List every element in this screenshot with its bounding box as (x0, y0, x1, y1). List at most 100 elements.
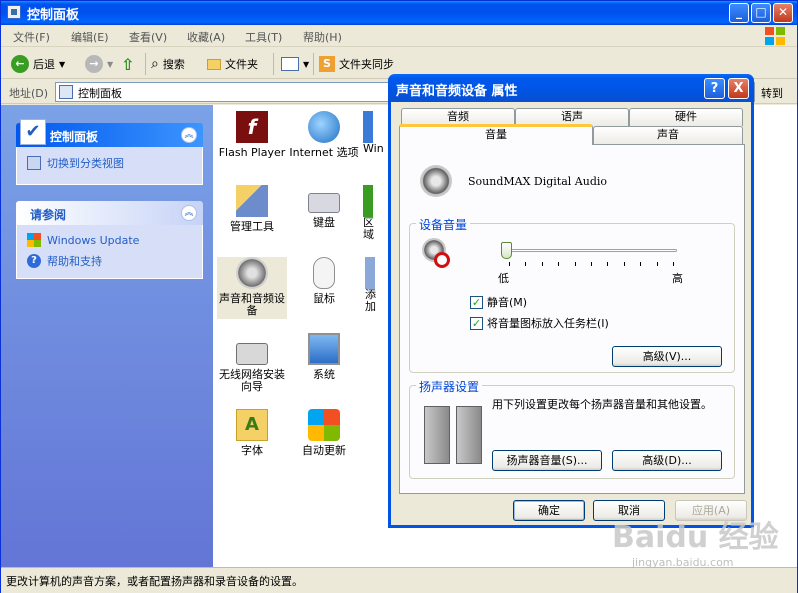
see-also-body: Windows Update ? 帮助和支持 (16, 225, 203, 279)
advanced-volume-button[interactable]: 高级(V)... (612, 346, 722, 367)
windows-update-link[interactable]: Windows Update (27, 233, 192, 247)
close-button[interactable]: ✕ (773, 3, 793, 23)
mouse-item[interactable]: 鼠标 (289, 257, 359, 305)
tab-sounds[interactable]: 声音 (593, 126, 743, 144)
volume-tab-panel: SoundMAX Digital Audio 设备音量 低 高 ✓ 静音(M) … (399, 144, 745, 494)
folders-button[interactable]: 文件夹 (207, 54, 258, 74)
ok-button[interactable]: 确定 (513, 500, 585, 521)
slider-tick (525, 262, 527, 266)
item-label: 添加 (365, 288, 376, 313)
item-label: Win (363, 142, 383, 155)
back-arrow-icon: ← (11, 55, 29, 73)
region-item-partial[interactable]: 区域 (363, 185, 383, 241)
see-also-section: 请参阅 ︽ Windows Update ? 帮助和支持 (16, 201, 203, 279)
slider-tick (541, 262, 543, 266)
folders-label: 文件夹 (225, 58, 258, 71)
section-title: 控制面板 (50, 130, 99, 144)
search-label: 搜索 (162, 58, 185, 71)
admin-tools-icon (236, 185, 268, 217)
system-item[interactable]: 系统 (289, 333, 359, 381)
flash-player-item[interactable]: f Flash Player (217, 111, 287, 159)
control-panel-section-header[interactable]: ✔ 控制面板 ︽ (16, 119, 203, 147)
mute-checkbox[interactable]: ✓ 静音(M) (470, 294, 527, 310)
views-icon (281, 57, 299, 71)
wireless-icon (236, 343, 268, 365)
forward-button[interactable]: → ▼ (85, 54, 113, 74)
status-bar: 更改计算机的声音方案，或者配置扬声器和录音设备的设置。 (1, 567, 797, 593)
auto-update-item[interactable]: 自动更新 (289, 409, 359, 457)
speaker-volume-button[interactable]: 扬声器音量(S)... (492, 450, 602, 471)
sync-label: 文件夹同步 (339, 58, 394, 71)
windows-update-icon (27, 233, 41, 247)
tab-hardware[interactable]: 硬件 (629, 108, 743, 126)
control-panel-section: ✔ 控制面板 ︽ 切换到分类视图 (16, 119, 203, 185)
windows-item-partial[interactable]: Win (363, 111, 383, 155)
switch-category-view-link[interactable]: 切换到分类视图 (27, 155, 192, 171)
sound-audio-devices-item[interactable]: 声音和音频设备 (217, 257, 287, 319)
mute-checkbox-box[interactable]: ✓ (470, 295, 483, 309)
views-button[interactable]: ▼ (281, 54, 309, 74)
fonts-item[interactable]: A 字体 (217, 409, 287, 457)
help-icon: ? (27, 254, 41, 268)
slider-tick (607, 262, 609, 266)
item-label: 声音和音频设备 (219, 292, 285, 317)
internet-options-item[interactable]: Internet 选项 (289, 111, 359, 159)
volume-slider-thumb[interactable] (501, 242, 512, 259)
search-icon: ⌕ (151, 56, 159, 72)
keyboard-item[interactable]: 键盘 (289, 185, 359, 229)
wireless-wizard-item[interactable]: 无线网络安装向导 (217, 333, 287, 393)
item-label: 自动更新 (302, 444, 346, 457)
section-body: 切换到分类视图 (16, 147, 203, 185)
admin-tools-item[interactable]: 管理工具 (217, 185, 287, 233)
item-label: 区域 (363, 216, 374, 241)
see-also-header[interactable]: 请参阅 ︽ (16, 201, 203, 225)
help-support-link[interactable]: ? 帮助和支持 (27, 253, 192, 269)
help-button[interactable]: ? (704, 78, 725, 99)
slider-tick (623, 262, 625, 266)
collapse-icon[interactable]: ︽ (181, 127, 197, 143)
window-title: 控制面板 (27, 8, 80, 23)
slider-tick (574, 262, 576, 266)
item-label: Flash Player (218, 146, 286, 159)
tray-icon-checkbox[interactable]: ✓ 将音量图标放入任务栏(I) (470, 315, 609, 331)
dialog-close-button[interactable]: X (728, 78, 749, 99)
up-folder-button[interactable]: ⇧ (121, 54, 134, 74)
volume-slider-track[interactable] (505, 249, 677, 252)
menu-view[interactable]: 查看(V) (129, 29, 167, 45)
mute-label: 静音(M) (487, 296, 528, 309)
partial-icon (363, 111, 373, 143)
slider-tick (656, 262, 658, 266)
folder-sync-button[interactable]: S 文件夹同步 (319, 54, 394, 74)
dropdown-arrow-icon[interactable]: ▼ (107, 60, 113, 69)
menu-tools[interactable]: 工具(T) (245, 29, 282, 45)
dropdown-arrow-icon[interactable]: ▼ (59, 60, 65, 69)
auto-update-icon (308, 409, 340, 441)
item-label: 键盘 (313, 216, 335, 229)
go-button[interactable]: 转到 (761, 85, 783, 101)
menu-favorites[interactable]: 收藏(A) (187, 29, 225, 45)
tab-volume[interactable]: 音量 (399, 124, 593, 145)
menu-help[interactable]: 帮助(H) (303, 29, 342, 45)
menu-edit[interactable]: 编辑(E) (71, 29, 109, 45)
dropdown-arrow-icon[interactable]: ▼ (303, 60, 309, 69)
slider-tick (509, 262, 510, 266)
search-button[interactable]: ⌕ 搜索 (151, 54, 185, 74)
back-label: 后退 (33, 58, 55, 71)
title-bar[interactable]: 控制面板 _ □ ✕ (1, 1, 797, 25)
item-label: 无线网络安装向导 (219, 368, 285, 393)
menu-file[interactable]: 文件(F) (13, 29, 50, 45)
slider-tick (640, 262, 642, 266)
menu-bar: 文件(F) 编辑(E) 查看(V) 收藏(A) 工具(T) 帮助(H) (1, 25, 797, 47)
slider-tick (591, 262, 592, 266)
add-item-partial[interactable]: 添加 (365, 257, 385, 313)
dialog-title-bar[interactable]: 声音和音频设备 属性 ? X (388, 74, 754, 102)
collapse-icon[interactable]: ︽ (181, 205, 197, 221)
minimize-button[interactable]: _ (729, 3, 749, 23)
advanced-speaker-button[interactable]: 高级(D)... (612, 450, 722, 471)
muted-speaker-icon (422, 238, 452, 268)
speaker-icon (236, 257, 268, 289)
baidu-watermark-url: jingyan.baidu.com (632, 556, 734, 569)
maximize-button[interactable]: □ (751, 3, 771, 23)
tray-checkbox-box[interactable]: ✓ (470, 316, 483, 330)
back-button[interactable]: ← 后退 ▼ (11, 54, 65, 74)
